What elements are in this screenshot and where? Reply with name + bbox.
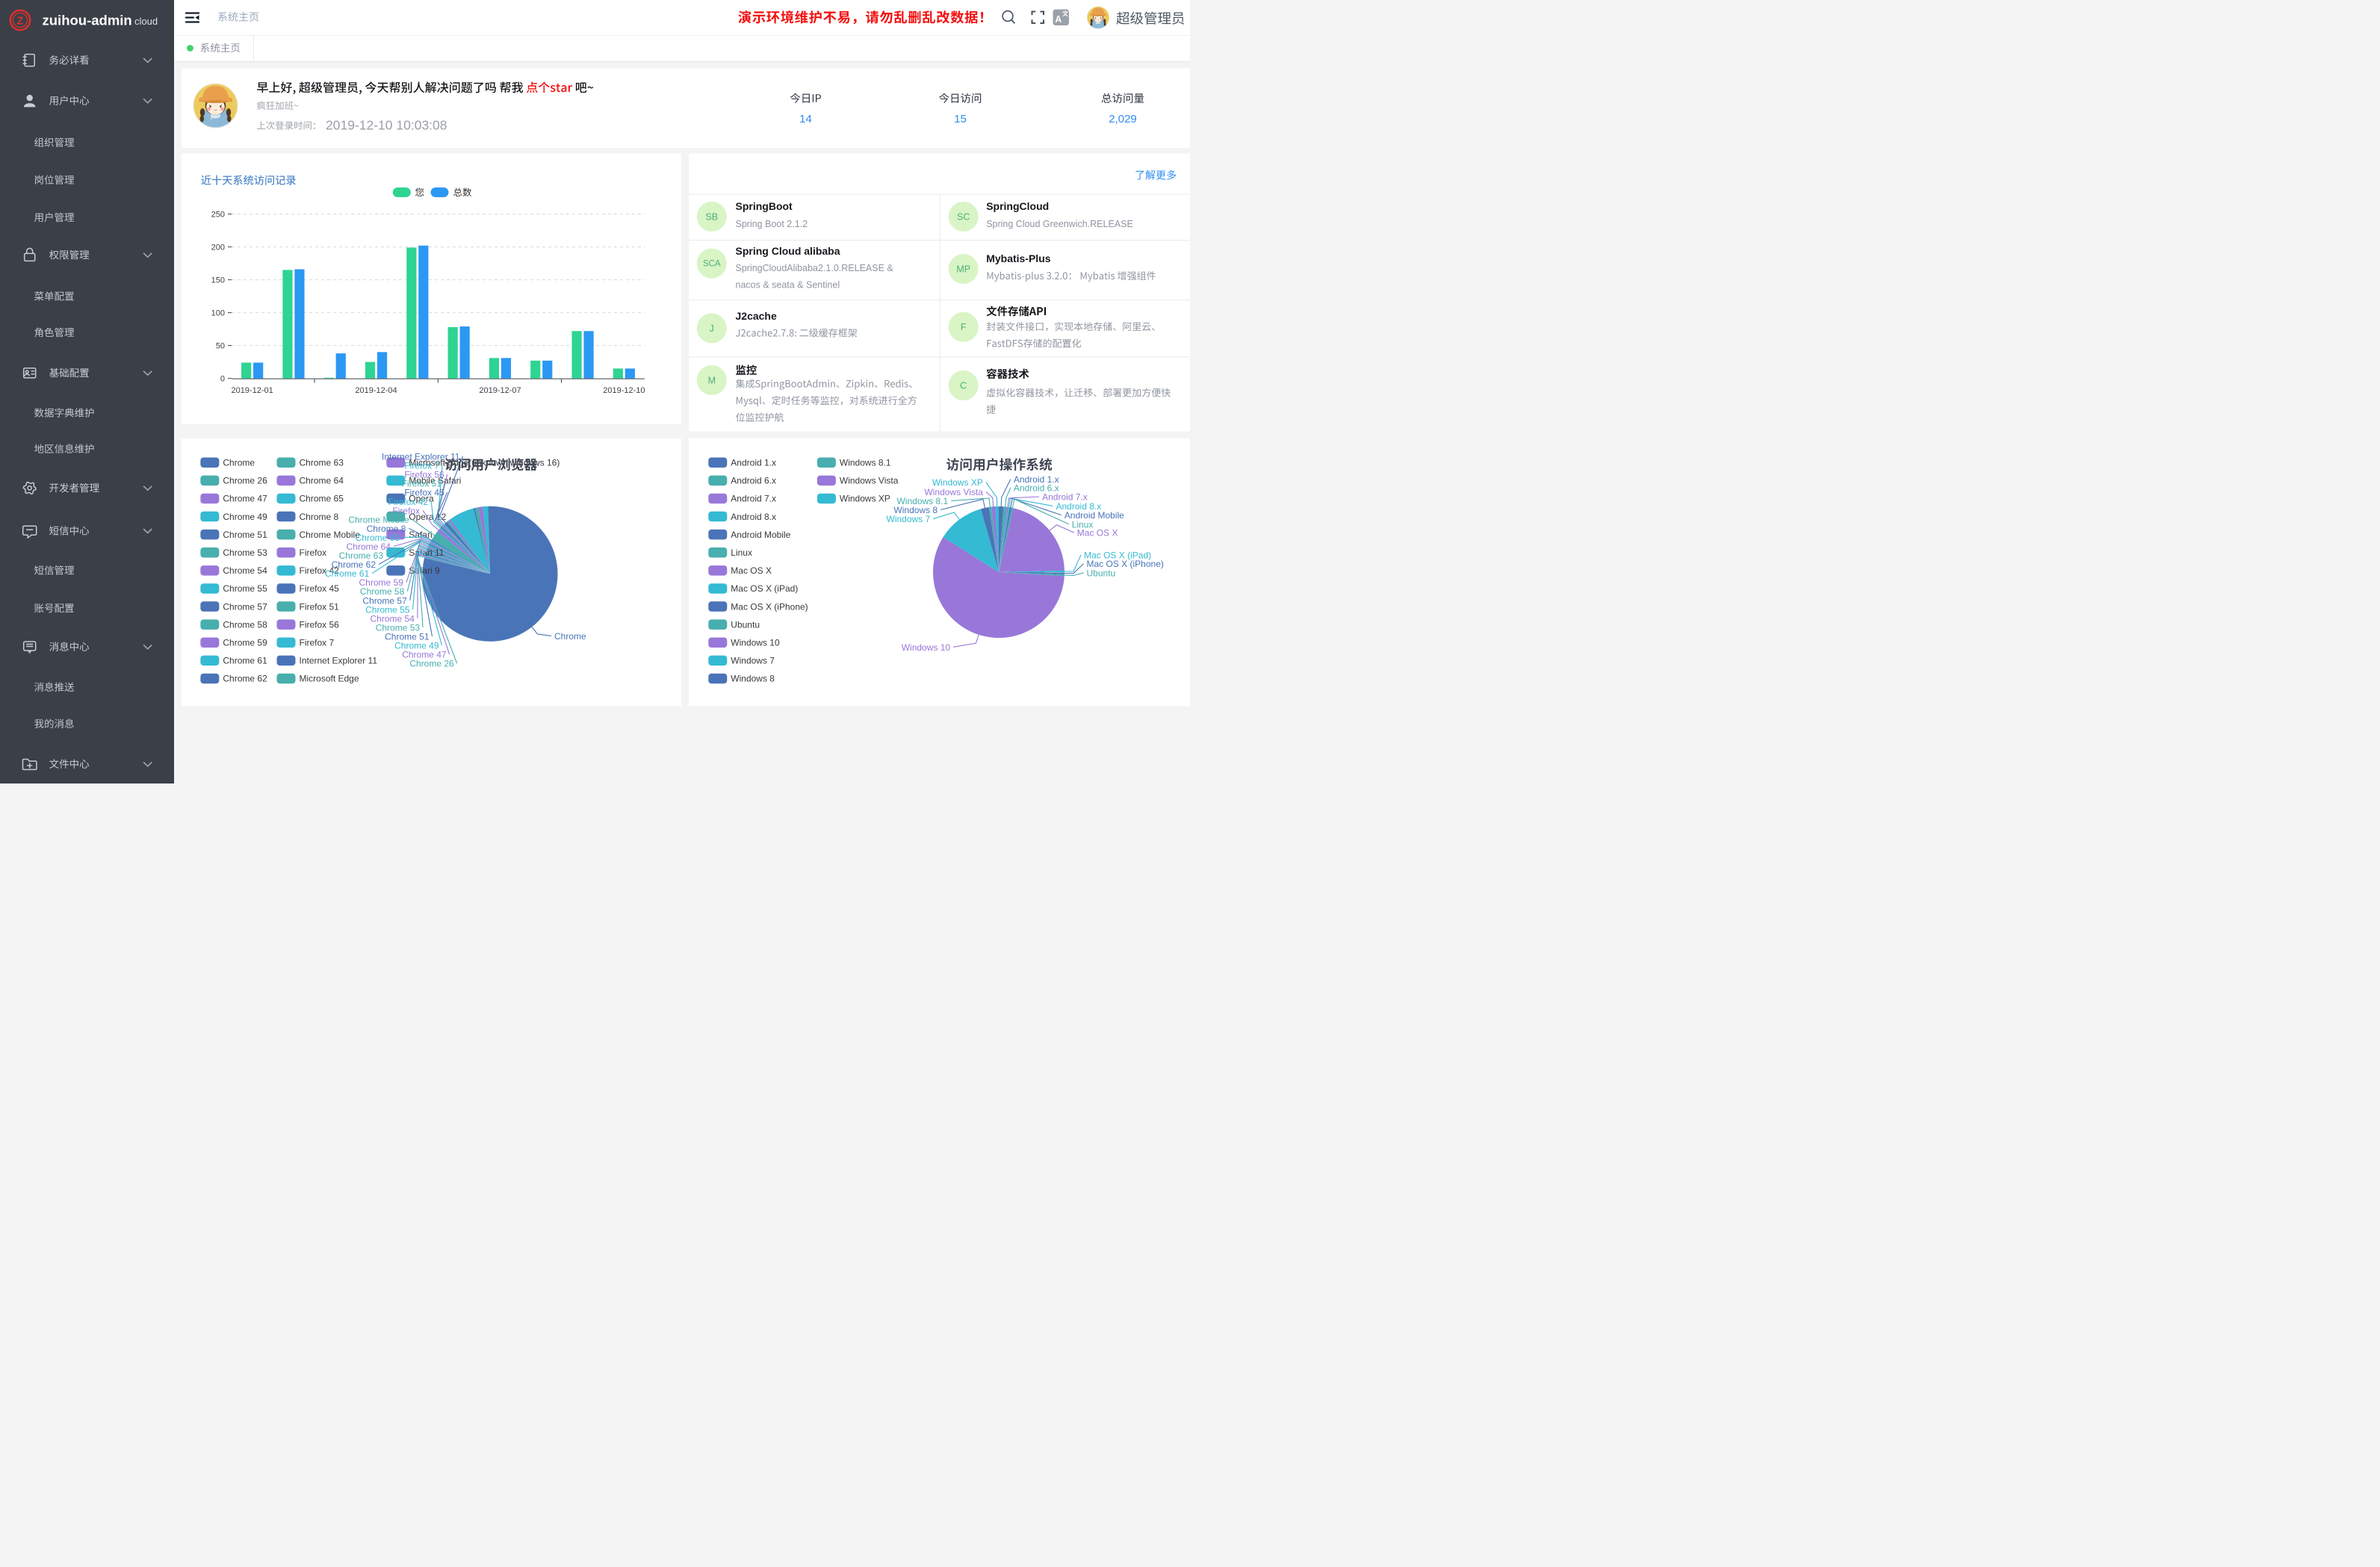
svg-text:Chrome 65: Chrome 65 [300,494,344,504]
svg-text:2019-12-10 10:03:08: 2019-12-10 10:03:08 [326,117,447,132]
svg-text:Mac OS X: Mac OS X [731,565,772,576]
svg-text:SpringCloud: SpringCloud [986,200,1049,212]
svg-text:2,029: 2,029 [1109,113,1137,125]
svg-text:Mac OS X (iPhone): Mac OS X (iPhone) [731,601,808,612]
svg-text:Windows 10: Windows 10 [731,638,780,648]
svg-text:Firefox 56: Firefox 56 [300,619,340,630]
svg-text:Spring Cloud alibaba: Spring Cloud alibaba [736,245,840,257]
svg-text:Chrome 53: Chrome 53 [223,547,267,558]
svg-text:Chrome: Chrome [554,631,586,642]
svg-text:Firefox 51: Firefox 51 [300,601,340,612]
svg-text:50: 50 [216,342,225,351]
svg-text:Windows 7: Windows 7 [887,514,931,524]
svg-text:zuihou-admin: zuihou-admin [43,13,132,28]
svg-text:Chrome 63: Chrome 63 [300,458,344,468]
svg-text:Mac OS X (iPad): Mac OS X (iPad) [731,583,798,594]
svg-text:Chrome 59: Chrome 59 [223,638,267,648]
svg-text:Chrome 57: Chrome 57 [223,601,267,612]
svg-text:J2cache: J2cache [736,310,777,322]
svg-text:Windows 10: Windows 10 [902,642,951,653]
svg-text:2019-12-04: 2019-12-04 [355,386,397,395]
svg-text:2019-12-01: 2019-12-01 [231,386,273,395]
svg-text:MP: MP [956,264,970,274]
svg-text:14: 14 [799,113,812,125]
svg-text:Windows Vista: Windows Vista [840,476,899,486]
svg-text:SCA: SCA [703,260,721,269]
svg-text:Android 8.x: Android 8.x [731,512,776,522]
svg-text:Chrome 61: Chrome 61 [223,656,267,666]
svg-text:Windows 7: Windows 7 [731,656,775,666]
svg-text:2019-12-07: 2019-12-07 [479,386,521,395]
svg-text:Spring Cloud Greenwich.RELEASE: Spring Cloud Greenwich.RELEASE [986,219,1133,229]
svg-text:M: M [708,375,716,385]
svg-text:100: 100 [211,309,225,318]
svg-text:SpringBoot: SpringBoot [736,200,793,212]
svg-text:F: F [961,322,967,332]
svg-text:250: 250 [211,211,225,220]
svg-text:Mac OS X: Mac OS X [1077,528,1118,539]
svg-text:15: 15 [954,113,967,125]
svg-text:Chrome 51: Chrome 51 [223,530,267,540]
svg-text:2019-12-10: 2019-12-10 [603,386,645,395]
svg-text:Ubuntu: Ubuntu [1087,568,1116,578]
svg-text:Android 1.x: Android 1.x [731,458,776,468]
svg-text:Chrome 58: Chrome 58 [223,619,267,630]
svg-text:Firefox 7: Firefox 7 [300,638,335,648]
svg-text:Android 6.x: Android 6.x [731,476,776,486]
svg-text:Android Mobile: Android Mobile [731,530,790,540]
svg-text:Chrome 54: Chrome 54 [223,565,267,576]
svg-text:Z: Z [16,14,23,27]
svg-text:Chrome 26: Chrome 26 [409,659,454,669]
svg-text:Chrome 26: Chrome 26 [223,476,267,486]
svg-text:SpringCloudAlibaba2.1.0.RELEAS: SpringCloudAlibaba2.1.0.RELEASE & [736,263,894,273]
svg-text:Chrome Mobile: Chrome Mobile [300,530,361,540]
svg-text:Chrome 49: Chrome 49 [223,512,267,522]
svg-text:Internet Explorer 11: Internet Explorer 11 [300,656,378,666]
svg-text:0: 0 [220,375,225,384]
svg-text:Windows 8: Windows 8 [731,674,775,684]
svg-text:Chrome: Chrome [223,458,255,468]
svg-text:Microsoft Edge: Microsoft Edge [300,674,359,684]
svg-text:Windows 8.1: Windows 8.1 [840,458,891,468]
svg-text:150: 150 [211,276,225,285]
svg-text:Chrome 47: Chrome 47 [223,494,267,504]
svg-text:J: J [710,323,714,334]
svg-text:C: C [960,380,967,391]
svg-text:SC: SC [957,211,970,222]
svg-text:A: A [1055,14,1062,25]
svg-text:cloud: cloud [134,16,158,27]
svg-text:nacos & seata & Sentinel: nacos & seata & Sentinel [736,280,840,291]
svg-text:Spring Boot 2.1.2: Spring Boot 2.1.2 [736,219,808,229]
svg-text:200: 200 [211,243,225,252]
svg-text:Chrome 55: Chrome 55 [223,583,267,594]
svg-text:Firefox: Firefox [300,547,327,558]
svg-text:SB: SB [705,211,718,222]
svg-text:Chrome 8: Chrome 8 [300,512,339,522]
svg-text:Windows XP: Windows XP [840,494,890,504]
svg-text:Android 7.x: Android 7.x [731,494,776,504]
svg-text:Mybatis-Plus: Mybatis-Plus [986,252,1051,264]
svg-text:Ubuntu: Ubuntu [731,619,760,630]
svg-text:Chrome 62: Chrome 62 [223,674,267,684]
svg-text:Linux: Linux [731,547,752,558]
svg-text:Chrome 64: Chrome 64 [300,476,344,486]
svg-text:Firefox 45: Firefox 45 [300,583,340,594]
